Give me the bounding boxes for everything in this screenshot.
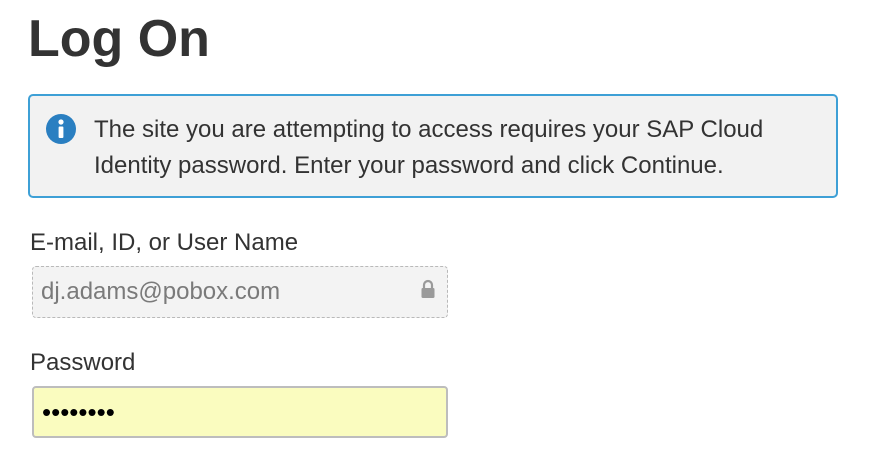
user-name-label: E-mail, ID, or User Name	[30, 229, 299, 256]
info-message-box: The site you are attempting to access re…	[28, 94, 838, 198]
password-input[interactable]	[32, 386, 448, 438]
password-label: Password	[30, 349, 136, 376]
logon-page: Log On The site you are attempting to ac…	[0, 0, 884, 462]
page-title: Log On	[28, 10, 210, 68]
info-icon	[46, 114, 76, 144]
lock-icon	[421, 279, 435, 298]
info-message-text: The site you are attempting to access re…	[94, 116, 764, 179]
user-name-input[interactable]	[32, 266, 448, 318]
